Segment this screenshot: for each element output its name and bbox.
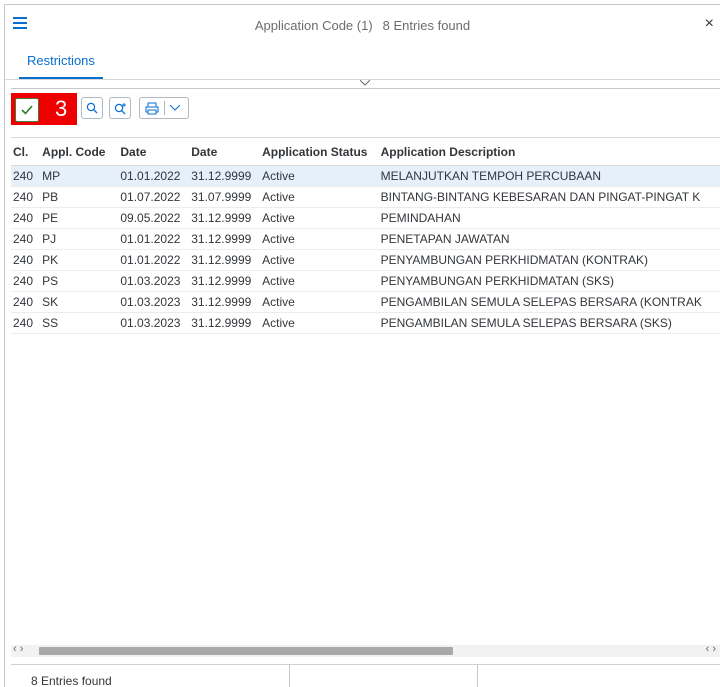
column-header-appl-code[interactable]: Appl. Code <box>40 138 118 166</box>
client-cell: 240 <box>13 190 34 204</box>
dialog-window: Application Code (1) 8 Entries found × Re… <box>4 4 720 687</box>
appl-code-cell: PE <box>42 211 59 225</box>
date-from-cell: 01.03.2023 <box>120 274 181 288</box>
appl-code-cell: PS <box>42 274 59 288</box>
status-cell: Active <box>262 316 295 330</box>
chevron-down-icon <box>170 105 180 111</box>
table-row[interactable]: 240 PJ 01.01.2022 31.12.9999 Active PENETAPAN… <box>11 229 720 250</box>
date-to-cell: 31.12.9999 <box>191 316 252 330</box>
print-menu-button[interactable] <box>139 97 189 119</box>
date-to-cell: 31.12.9999 <box>191 295 252 309</box>
date-to-cell: 31.12.9999 <box>191 232 252 246</box>
table-row[interactable]: 240 SK 01.03.2023 31.12.9999 Active PENGAMBIL… <box>11 292 720 313</box>
results-table: Cl. Appl. Code Date Date Application Sta… <box>11 137 720 634</box>
date-from-cell: 01.03.2023 <box>120 295 181 309</box>
column-header-status[interactable]: Application Status <box>260 138 379 166</box>
search-button[interactable] <box>81 97 103 119</box>
description-cell: PENETAPAN JAWATAN <box>380 232 510 246</box>
appl-code-cell: SK <box>42 295 59 309</box>
date-from-cell: 01.01.2022 <box>120 253 181 267</box>
status-divider <box>477 665 478 687</box>
date-from-cell: 01.03.2023 <box>120 316 181 330</box>
search-more-button[interactable] <box>109 97 131 119</box>
entries-count-label: 8 Entries found <box>382 18 471 33</box>
step-highlight: 3 <box>11 93 77 125</box>
tab-bar: Restrictions <box>5 45 720 80</box>
client-cell: 240 <box>13 316 34 330</box>
appl-code-cell: PB <box>42 190 59 204</box>
column-header-description[interactable]: Application Description <box>379 138 720 166</box>
status-bar: 8 Entries found <box>11 664 720 687</box>
collapse-header-toggle[interactable] <box>5 80 720 92</box>
client-cell: 240 <box>13 295 34 309</box>
client-cell: 240 <box>13 211 34 225</box>
table-row[interactable]: 240 PS 01.03.2023 31.12.9999 Active PENYAMBUN… <box>11 271 720 292</box>
title-label: Application Code (1) <box>254 18 373 33</box>
status-cell: Active <box>262 211 295 225</box>
button-divider <box>164 101 165 115</box>
status-cell: Active <box>262 190 295 204</box>
description-cell: PENYAMBUNGAN PERKHIDMATAN (SKS) <box>380 274 614 288</box>
description-cell: PENYAMBUNGAN PERKHIDMATAN (KONTRAK) <box>380 253 648 267</box>
table-row[interactable]: 240 PK 01.01.2022 31.12.9999 Active PENYAMBUN… <box>11 250 720 271</box>
description-cell: PENGAMBILAN SEMULA SELEPAS BERSARA (SKS) <box>380 316 672 330</box>
date-from-cell: 01.01.2022 <box>120 232 181 246</box>
client-cell: 240 <box>13 232 34 246</box>
check-icon <box>21 105 33 115</box>
column-header-date-to[interactable]: Date <box>189 138 260 166</box>
close-icon[interactable]: × <box>705 15 714 33</box>
description-cell: MELANJUTKAN TEMPOH PERCUBAAN <box>380 169 602 183</box>
column-header-client[interactable]: Cl. <box>11 138 40 166</box>
scrollbar-thumb[interactable] <box>39 647 453 655</box>
client-cell: 240 <box>13 274 34 288</box>
appl-code-cell: MP <box>42 169 61 183</box>
date-from-cell: 09.05.2022 <box>120 211 181 225</box>
scroll-left-icon[interactable]: ‹ › <box>13 643 23 655</box>
status-cell: Active <box>262 274 295 288</box>
table-row[interactable]: 240 SS 01.03.2023 31.12.9999 Active PENGAMBIL… <box>11 313 720 334</box>
status-cell: Active <box>262 253 295 267</box>
client-cell: 240 <box>13 253 34 267</box>
table-row[interactable]: 240 PB 01.07.2022 31.07.9999 Active BINTANG-B… <box>11 187 720 208</box>
title-bar: Application Code (1) 8 Entries found × <box>5 5 720 45</box>
appl-code-cell: SS <box>42 316 59 330</box>
date-to-cell: 31.07.9999 <box>191 190 252 204</box>
entries-table: Cl. Appl. Code Date Date Application Sta… <box>11 138 720 334</box>
scroll-right-icon[interactable]: ‹ › <box>706 643 716 655</box>
date-to-cell: 31.12.9999 <box>191 169 252 183</box>
status-text: 8 Entries found <box>31 674 112 687</box>
appl-code-cell: PK <box>42 253 59 267</box>
table-row[interactable]: 240 PE 09.05.2022 31.12.9999 Active PEMINDAHA… <box>11 208 720 229</box>
tab-restrictions[interactable]: Restrictions <box>19 53 103 79</box>
description-cell: BINTANG-BINTANG KEBESARAN DAN PINGAT-PIN… <box>380 190 701 204</box>
search-more-icon <box>114 102 126 114</box>
table-body: 240 MP 01.01.2022 31.12.9999 Active MELANJUTK… <box>11 165 720 334</box>
column-header-date-from[interactable]: Date <box>118 138 189 166</box>
table-row[interactable]: 240 MP 01.01.2022 31.12.9999 Active MELANJUTK… <box>11 165 720 187</box>
header-divider <box>11 88 720 89</box>
print-icon <box>145 102 159 114</box>
status-cell: Active <box>262 232 295 246</box>
status-cell: Active <box>262 295 295 309</box>
date-to-cell: 31.12.9999 <box>191 211 252 225</box>
date-to-cell: 31.12.9999 <box>191 274 252 288</box>
status-divider <box>289 665 290 687</box>
description-cell: PEMINDAHAN <box>380 211 461 225</box>
table-header: Cl. Appl. Code Date Date Application Sta… <box>11 138 720 166</box>
toolbar: 3 <box>11 93 720 125</box>
horizontal-scrollbar[interactable]: ‹ › ‹ › <box>11 643 720 657</box>
step-number: 3 <box>55 96 68 121</box>
date-to-cell: 31.12.9999 <box>191 253 252 267</box>
search-icon <box>86 102 98 114</box>
appl-code-cell: PJ <box>42 232 57 246</box>
date-from-cell: 01.01.2022 <box>120 169 181 183</box>
date-from-cell: 01.07.2022 <box>120 190 181 204</box>
client-cell: 240 <box>13 169 34 183</box>
status-cell: Active <box>262 169 295 183</box>
window-title: Application Code (1) 8 Entries found <box>5 18 720 33</box>
chevron-down-icon <box>360 80 370 86</box>
confirm-button[interactable] <box>15 98 39 122</box>
description-cell: PENGAMBILAN SEMULA SELEPAS BERSARA (KONT… <box>380 295 702 309</box>
